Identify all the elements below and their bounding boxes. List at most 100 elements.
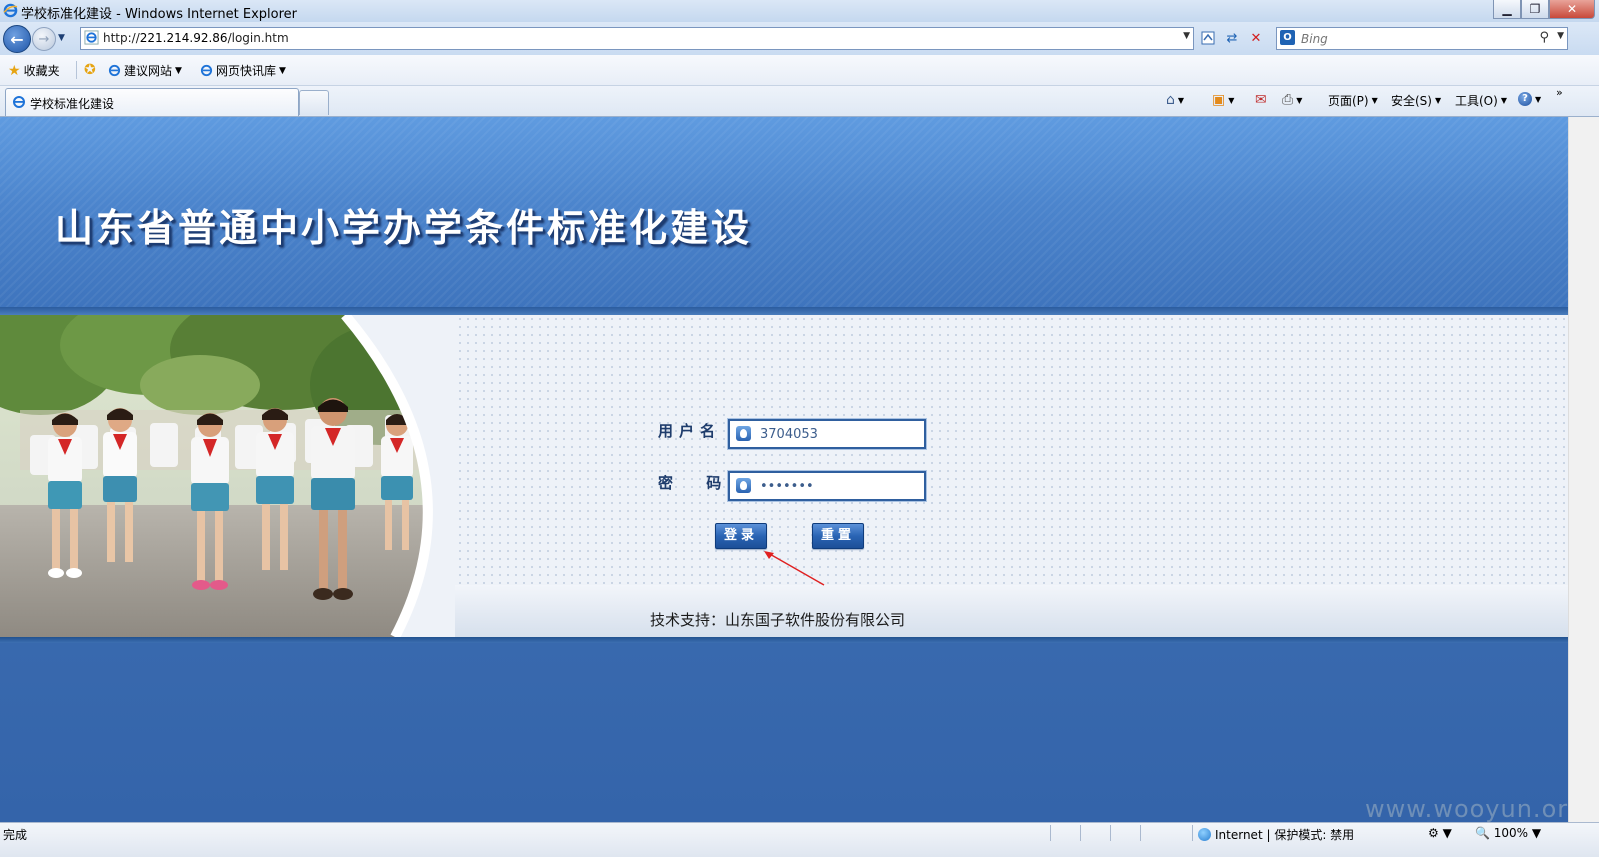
chevron-down-icon: ▼ <box>1371 96 1378 105</box>
chevron-down-icon: ▼ <box>279 65 286 76</box>
user-icon <box>736 478 751 493</box>
stop-icon[interactable]: ✕ <box>1246 28 1266 48</box>
zoom-level: 100% <box>1493 826 1529 840</box>
printer-icon: ⎙ <box>1282 92 1294 108</box>
favorites-button[interactable]: ★ 收藏夹 <box>8 62 60 79</box>
username-label: 用户名 <box>658 422 722 440</box>
chevron-down-icon: ▼ <box>1500 96 1507 105</box>
help-icon: ? <box>1518 92 1532 106</box>
tools-menu-button[interactable]: 工具(O) ▼ <box>1455 92 1507 109</box>
protected-mode-icon[interactable]: ⚙ ▼ <box>1428 826 1452 840</box>
toolbar-divider <box>76 61 77 79</box>
chevron-double-right-icon: » <box>1556 86 1563 99</box>
security-zone[interactable]: Internet | 保护模式: 禁用 <box>1198 826 1354 843</box>
fav-item-label: 网页快讯库 <box>216 64 277 78</box>
page-content: 山东省普通中小学办学条件标准化建设 用户名 3704053 密 码 登录 重置 … <box>0 117 1568 822</box>
password-field[interactable] <box>728 471 926 501</box>
status-text: 完成 <box>3 828 28 842</box>
favorites-bar: ★ 收藏夹 ✪ 建议网站 ▼ 网页快讯库 ▼ <box>0 55 1599 86</box>
search-icon[interactable]: ⚲ <box>1539 30 1549 45</box>
username-field[interactable] <box>728 419 926 449</box>
page-header-banner: 山东省普通中小学办学条件标准化建设 <box>0 117 1568 309</box>
chevron-down-icon: ▼ <box>1296 95 1303 105</box>
security-zone-label: Internet | 保护模式: 禁用 <box>1215 828 1355 842</box>
ie-page-icon <box>108 64 121 77</box>
close-button[interactable]: ✕ <box>1549 0 1595 19</box>
favorites-label: 收藏夹 <box>23 64 60 78</box>
safety-menu-label: 安全(S) <box>1391 94 1432 108</box>
status-divider <box>1080 825 1081 841</box>
watermark-text: www.wooyun.org <box>1365 795 1568 822</box>
search-input[interactable] <box>1299 29 1523 48</box>
ie-page-icon <box>200 64 213 77</box>
ie-page-icon <box>13 96 25 108</box>
help-menu-button[interactable]: ? ▼ <box>1518 92 1541 106</box>
chevron-down-icon: ▼ <box>1434 96 1442 105</box>
header-divider-band <box>0 307 1568 315</box>
mail-icon: ✉ <box>1255 92 1267 108</box>
status-divider <box>1110 825 1111 841</box>
tools-menu-label: 工具(O) <box>1455 94 1498 108</box>
user-icon <box>736 426 751 441</box>
chevron-down-icon: ▼ <box>1228 95 1235 105</box>
zoom-icon: 🔍 <box>1475 826 1490 840</box>
status-divider <box>1140 825 1141 841</box>
status-bar: 完成 Internet | 保护模式: 禁用 ⚙ ▼ 🔍 100% ▼ <box>0 822 1599 857</box>
search-options-dropdown-icon[interactable]: ▼ <box>1557 31 1564 41</box>
vertical-scrollbar[interactable] <box>1568 117 1599 822</box>
status-divider <box>1192 825 1193 841</box>
login-button[interactable]: 登录 <box>715 523 767 549</box>
fav-item-label: 建议网站 <box>124 64 173 78</box>
outlook-logo-icon: O <box>1280 30 1295 45</box>
feeds-button[interactable]: ▣ ▼ <box>1212 92 1234 108</box>
compatibility-view-icon[interactable] <box>1198 28 1218 48</box>
restore-button[interactable]: ❐ <box>1521 0 1549 19</box>
students-photo <box>0 315 455 637</box>
safety-menu-button[interactable]: 安全(S) ▼ <box>1391 92 1441 109</box>
window-controls: ▁ ❐ ✕ <box>1493 0 1595 19</box>
restore-icon: ❐ <box>1529 2 1541 16</box>
address-dropdown-icon[interactable]: ▼ <box>1183 31 1190 41</box>
new-tab-button[interactable] <box>299 90 329 115</box>
username-input[interactable] <box>758 424 922 444</box>
password-input[interactable] <box>758 476 922 496</box>
fav-item-suggested-sites[interactable]: 建议网站 ▼ <box>108 62 182 79</box>
more-commands-button[interactable]: » <box>1556 86 1563 99</box>
back-arrow-icon: ← <box>10 29 24 49</box>
tab-label: 学校标准化建设 <box>30 97 115 111</box>
add-to-favorites-button[interactable]: ✪ <box>84 62 96 78</box>
refresh-icon[interactable]: ⇄ <box>1222 28 1242 48</box>
tab-row: 学校标准化建设 ⌂ ▼ ▣ ▼ ✉ ⎙ ▼ 页面(P) ▼ 安全(S) ▼ 工具(O) ▼ … <box>0 86 1599 117</box>
read-mail-button[interactable]: ✉ <box>1255 92 1267 108</box>
back-button[interactable]: ← <box>3 25 31 53</box>
recent-pages-dropdown[interactable]: ▼ <box>58 33 65 43</box>
annotation-arrow-icon <box>764 551 825 586</box>
close-icon: ✕ <box>1566 2 1578 16</box>
search-box[interactable]: O ⚲ ▼ <box>1276 27 1568 50</box>
zoom-control[interactable]: 🔍 100% ▼ <box>1475 826 1541 840</box>
fav-item-web-slice-gallery[interactable]: 网页快讯库 ▼ <box>200 62 286 79</box>
home-button[interactable]: ⌂ ▼ <box>1166 92 1184 108</box>
address-url: http://221.214.92.86/login.htm <box>103 31 289 45</box>
star-icon: ★ <box>8 62 21 79</box>
page-menu-label: 页面(P) <box>1328 94 1369 108</box>
add-favorite-star-icon: ✪ <box>84 62 96 78</box>
forward-arrow-icon: → <box>38 31 50 47</box>
reset-button[interactable]: 重置 <box>812 523 864 549</box>
print-button[interactable]: ⎙ ▼ <box>1282 92 1302 108</box>
page-menu-button[interactable]: 页面(P) ▼ <box>1328 92 1378 109</box>
page-title: 山东省普通中小学办学条件标准化建设 <box>55 205 753 250</box>
panel-bottom-band <box>0 637 1568 643</box>
tab-school-standardization[interactable]: 学校标准化建设 <box>5 88 299 116</box>
tech-support-text: 技术支持：山东国子软件股份有限公司 <box>650 611 906 629</box>
ie-logo-icon <box>3 3 18 18</box>
address-bar[interactable]: http://221.214.92.86/login.htm ▼ <box>80 27 1194 50</box>
minimize-button[interactable]: ▁ <box>1493 0 1521 19</box>
rss-icon: ▣ <box>1212 92 1226 108</box>
window-title: 学校标准化建设 - Windows Internet Explorer <box>21 7 297 22</box>
chevron-down-icon: ▼ <box>1177 95 1185 105</box>
forward-button[interactable]: → <box>32 27 56 51</box>
password-label: 密 码 <box>658 474 736 492</box>
page-ie-icon <box>84 30 99 45</box>
chevron-down-icon: ▼ <box>1535 94 1542 104</box>
